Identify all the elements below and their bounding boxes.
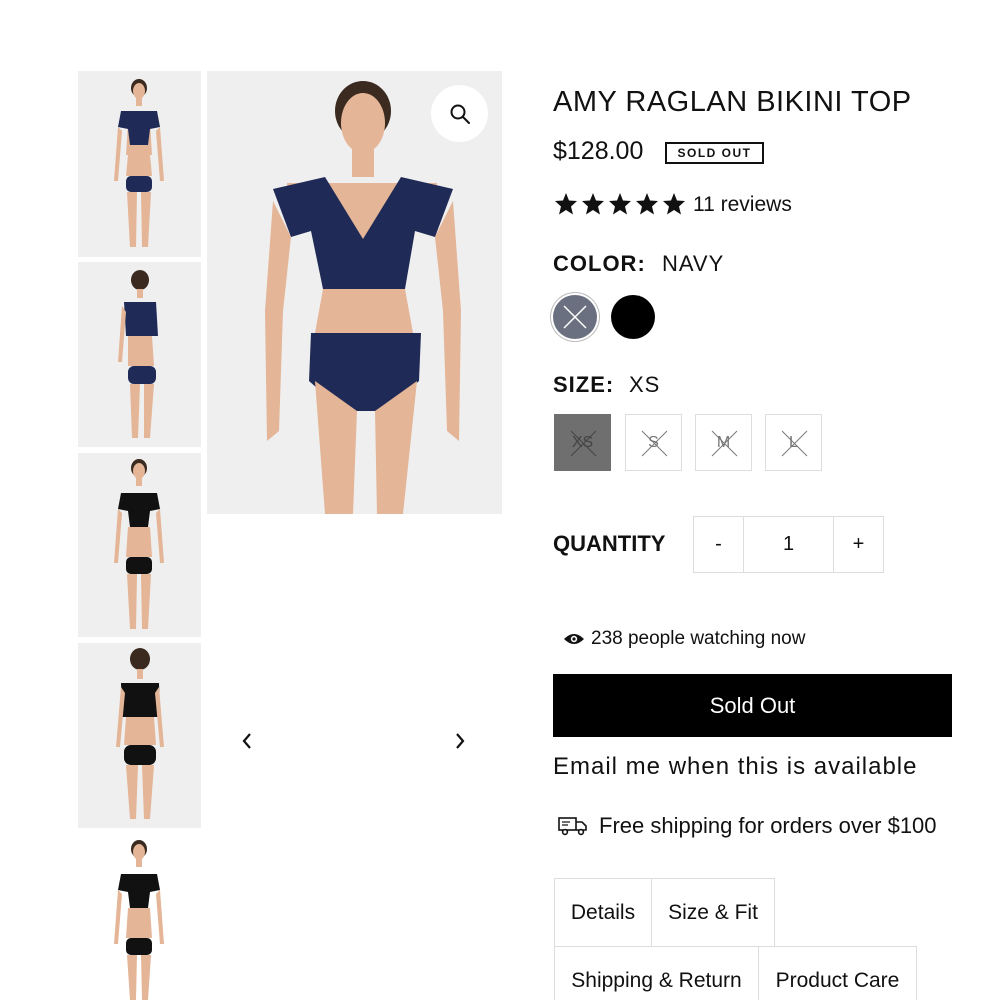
swatch-black[interactable] — [611, 295, 655, 339]
email-when-available-link[interactable]: Email me when this is available — [553, 753, 917, 781]
size-value: XS — [629, 372, 661, 397]
swatch-navy[interactable] — [553, 295, 597, 339]
watching-notice: 238 people watching now — [563, 628, 805, 650]
star-icon — [609, 193, 631, 215]
chevron-right-icon — [456, 733, 465, 749]
product-price: $128.00 — [553, 137, 644, 165]
size-option-s[interactable]: S — [625, 414, 682, 471]
size-option-l[interactable]: L — [765, 414, 822, 471]
gallery-prev-button[interactable] — [235, 728, 259, 754]
product-title: AMY RAGLAN BIKINI TOP — [553, 86, 912, 118]
tab-shipping-return[interactable]: Shipping & Return — [554, 946, 759, 1000]
quantity-label: QUANTITY — [553, 531, 666, 556]
thumbnail-4[interactable] — [78, 643, 201, 828]
size-option-xs[interactable]: XS — [554, 414, 611, 471]
quantity-input[interactable]: 1 — [743, 516, 834, 573]
size-option-label: S — [648, 433, 659, 451]
model-front-black-image — [114, 459, 164, 629]
star-icon — [636, 193, 658, 215]
color-label: COLOR: — [553, 251, 646, 276]
thumbnail-5[interactable] — [78, 834, 201, 1000]
quantity-decrease-button[interactable]: - — [693, 516, 744, 573]
size-option-label: XS — [571, 433, 594, 451]
truck-icon — [558, 817, 587, 836]
reviews-link[interactable]: 11 reviews — [693, 193, 792, 217]
shipping-notice: Free shipping for orders over $100 — [558, 813, 937, 839]
star-icon — [582, 193, 604, 215]
tab-details[interactable]: Details — [554, 878, 652, 946]
gallery-next-button[interactable] — [448, 728, 472, 754]
size-option-m[interactable]: M — [695, 414, 752, 471]
star-icon — [663, 193, 685, 215]
model-back-black-image — [116, 648, 164, 819]
sold-out-badge: SOLD OUT — [665, 142, 764, 164]
rating-stars[interactable] — [553, 192, 687, 216]
size-label: SIZE: — [553, 372, 615, 397]
magnifier-icon — [450, 104, 470, 124]
star-icon — [555, 193, 577, 215]
thumbnail-1[interactable] — [78, 71, 201, 257]
quantity-increase-button[interactable]: + — [833, 516, 884, 573]
tab-size-fit[interactable]: Size & Fit — [651, 878, 775, 946]
model-front-navy-image — [114, 79, 164, 247]
model-front-black-2-image — [114, 840, 164, 1000]
thumbnail-2[interactable] — [78, 262, 201, 447]
unavailable-cross-icon — [563, 305, 587, 329]
size-option-label: M — [716, 433, 731, 451]
color-value: NAVY — [662, 251, 725, 276]
eye-icon — [564, 634, 584, 644]
tab-product-care[interactable]: Product Care — [758, 946, 917, 1000]
thumbnail-3[interactable] — [78, 453, 201, 637]
zoom-button[interactable] — [431, 85, 488, 142]
chevron-left-icon — [242, 733, 251, 749]
size-option-label: L — [789, 433, 798, 451]
watching-text: 238 people watching now — [591, 628, 806, 649]
sold-out-button[interactable]: Sold Out — [553, 674, 952, 737]
model-back-navy-image — [118, 270, 158, 438]
shipping-text: Free shipping for orders over $100 — [599, 813, 937, 838]
